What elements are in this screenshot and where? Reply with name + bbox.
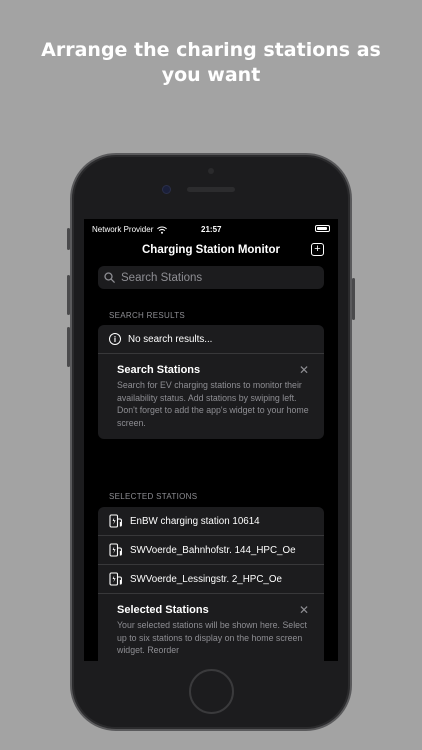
home-button[interactable]: [189, 669, 234, 714]
front-camera: [162, 185, 171, 194]
selected-stations-header: SELECTED STATIONS: [109, 492, 198, 501]
station-row[interactable]: SWVoerde_Bahnhofstr. 144_HPC_Oe: [98, 536, 324, 565]
search-results-card: i No search results... Search Stations S…: [98, 325, 324, 439]
battery-icon: [315, 225, 330, 232]
search-bar[interactable]: [98, 266, 324, 289]
headline: Arrange the charing stations as you want: [41, 39, 381, 86]
app-screen: Network Provider 21:57 Charging Station …: [84, 219, 338, 661]
wifi-icon: [157, 226, 168, 234]
charging-station-icon: [109, 543, 122, 557]
add-station-button[interactable]: +: [311, 243, 324, 256]
plus-icon: +: [314, 243, 321, 255]
search-input[interactable]: [121, 271, 311, 284]
charging-station-icon: [109, 514, 122, 528]
selected-stations-card: EnBW charging station 10614 SWVoerde_Bah…: [98, 507, 324, 661]
search-results-header: SEARCH RESULTS: [109, 311, 186, 320]
station-row[interactable]: SWVoerde_Lessingstr. 2_HPC_Oe: [98, 565, 324, 594]
navigation-bar: Charging Station Monitor +: [84, 241, 338, 261]
selected-info-body: Your selected stations will be shown her…: [117, 620, 307, 655]
status-bar: Network Provider 21:57: [84, 219, 338, 239]
status-left: Network Provider: [92, 225, 168, 234]
search-info-body: Search for EV charging stations to monit…: [117, 380, 309, 428]
carrier-label: Network Provider: [92, 225, 154, 234]
earpiece-speaker: [187, 187, 235, 192]
info-icon: i: [109, 333, 121, 345]
charging-station-icon: [109, 572, 122, 586]
selected-info-block: Selected Stations Your selected stations…: [98, 594, 324, 661]
close-icon[interactable]: ✕: [299, 364, 309, 376]
search-info-block: Search Stations Search for EV charging s…: [98, 354, 324, 439]
sensor: [208, 168, 214, 174]
search-info-title: Search Stations: [117, 364, 201, 376]
station-name: SWVoerde_Bahnhofstr. 144_HPC_Oe: [130, 544, 296, 556]
selected-info-title: Selected Stations: [117, 604, 209, 616]
no-results-text: No search results...: [128, 333, 213, 345]
status-time: 21:57: [201, 225, 222, 234]
close-icon[interactable]: ✕: [299, 604, 309, 616]
station-name: EnBW charging station 10614: [130, 515, 260, 527]
no-results-row: i No search results...: [98, 325, 324, 354]
station-name: SWVoerde_Lessingstr. 2_HPC_Oe: [130, 573, 282, 585]
search-icon: [104, 272, 115, 283]
station-row[interactable]: EnBW charging station 10614: [98, 507, 324, 536]
page-title: Charging Station Monitor: [142, 244, 280, 256]
power-button: [352, 278, 355, 320]
